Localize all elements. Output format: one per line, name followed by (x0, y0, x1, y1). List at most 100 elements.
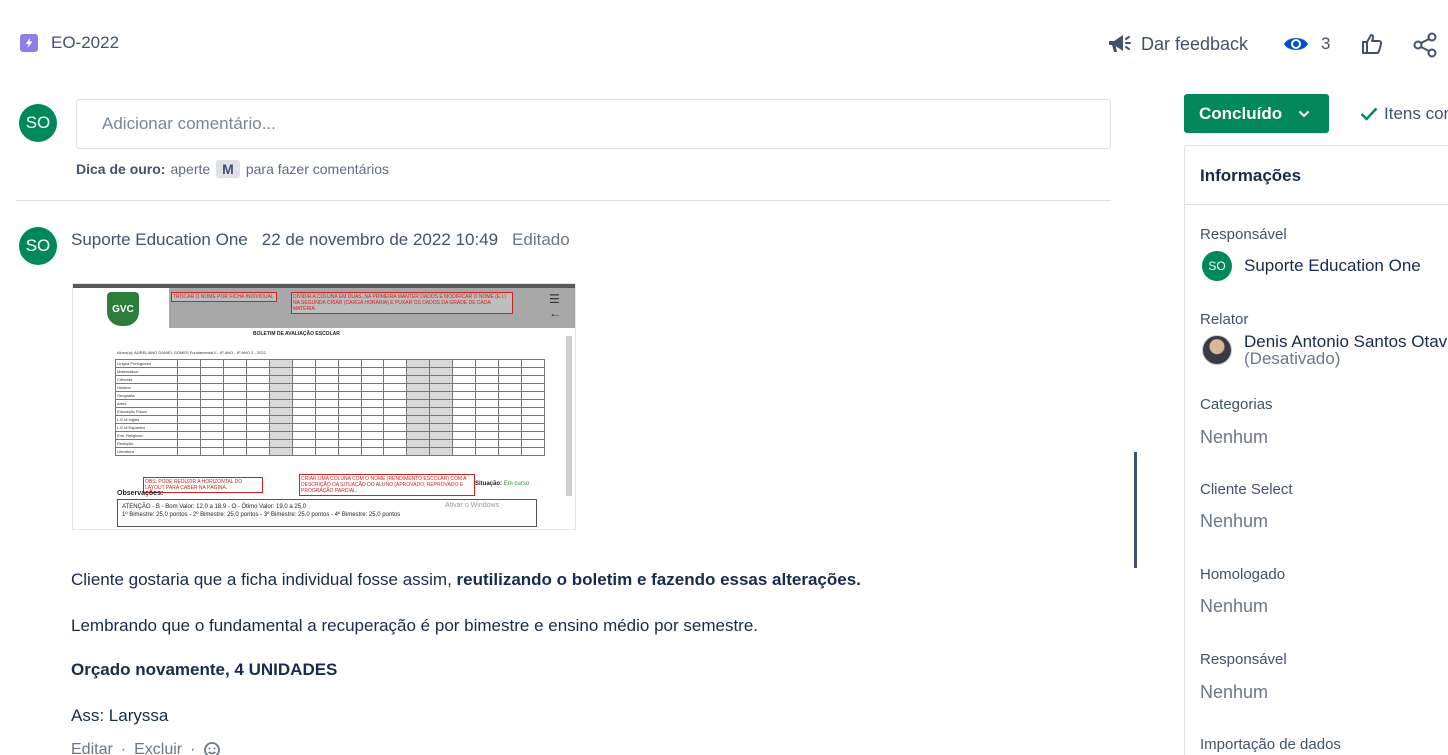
grade-cell (199, 359, 224, 368)
watch-button[interactable]: 3 (1283, 33, 1330, 55)
grade-cell (452, 375, 477, 384)
comment-date[interactable]: 22 de novembro de 2022 10:49 (262, 230, 498, 250)
grade-cell (475, 375, 500, 384)
grade-cell (429, 383, 454, 392)
grade-cell (222, 447, 247, 456)
responsible-value[interactable]: Nenhum (1200, 682, 1268, 703)
field-label-client-select: Cliente Select (1200, 481, 1293, 498)
grade-cell (337, 423, 362, 432)
comment-author[interactable]: Suporte Education One (71, 230, 248, 250)
school-logo: GVC (107, 292, 139, 326)
grade-cell (521, 359, 545, 368)
field-label-responsible: Responsável (1200, 651, 1287, 668)
grade-cell (498, 399, 523, 408)
grade-cell (199, 439, 224, 448)
grade-cell (360, 391, 385, 400)
grade-cell (291, 407, 316, 416)
grade-cell (245, 359, 270, 368)
grade-cell (245, 367, 270, 376)
grade-cell (429, 415, 454, 424)
edit-comment-button[interactable]: Editar (71, 741, 113, 755)
subject-cell: Geografia (115, 391, 178, 400)
grade-cell (222, 367, 247, 376)
grade-cell (314, 399, 339, 408)
issue-key[interactable]: EO-2022 (51, 33, 119, 53)
grade-cell (383, 391, 408, 400)
grade-cell (383, 375, 408, 384)
hamburger-icon: ☰ (549, 292, 560, 306)
delete-comment-button[interactable]: Excluir (134, 741, 182, 755)
grade-cell (360, 359, 385, 368)
subject-cell: L.E.M Inglês (115, 415, 178, 424)
grade-cell (337, 391, 362, 400)
reporter-value[interactable]: Denis Antonio Santos Otav (Desativado) (1202, 333, 1447, 367)
comment-input[interactable]: Adicionar comentário... (76, 99, 1111, 149)
grade-cell (475, 415, 500, 424)
grade-cell (291, 439, 316, 448)
comment-paragraph: Lembrando que o fundamental a recuperaçã… (71, 616, 759, 635)
comment-input-placeholder: Adicionar comentário... (102, 114, 276, 133)
grade-cell (222, 359, 247, 368)
grade-cell (498, 375, 523, 384)
grade-cell (498, 423, 523, 432)
grade-cell (314, 367, 339, 376)
grade-cell (406, 415, 431, 424)
grade-cell (429, 439, 454, 448)
grade-cell (452, 391, 477, 400)
grade-cell (360, 439, 385, 448)
emoji-reaction-icon[interactable] (203, 741, 221, 755)
grade-cell (429, 399, 454, 408)
grade-cell (177, 367, 201, 376)
grade-cell (314, 439, 339, 448)
related-items-button[interactable]: Itens con (1360, 104, 1448, 124)
share-button[interactable] (1412, 32, 1438, 63)
comment-meta: Suporte Education One 22 de novembro de … (71, 230, 570, 250)
grades-table: Língua Portuguesa Matemática Ciências Histó… (115, 359, 545, 456)
grade-cell (222, 415, 247, 424)
attachment-title: BOLETIM DE AVALIAÇÃO ESCOLAR (253, 331, 340, 337)
reporter-name: Denis Antonio Santos Otav (1244, 332, 1448, 351)
feedback-button[interactable]: Dar feedback (1106, 32, 1248, 56)
grade-cell (498, 447, 523, 456)
grade-cell (498, 439, 523, 448)
annotation-note: DIVIDIR A COLUNA EM DUAS, NA PRIMEIRA MA… (291, 292, 513, 314)
grades-row: Literatura (115, 447, 545, 456)
comment-attachment-image[interactable]: GVC ☰ ← TROCAR O NOME POR FICHA INDIVIDU… (72, 283, 576, 530)
issue-breadcrumb[interactable]: EO-2022 (20, 33, 119, 53)
subject-cell: Redação (115, 439, 178, 448)
assignee-value[interactable]: SO Suporte Education One (1202, 251, 1421, 281)
grade-cell (521, 447, 545, 456)
like-button[interactable] (1360, 32, 1384, 61)
homologated-value[interactable]: Nenhum (1200, 596, 1268, 617)
grade-cell (521, 423, 545, 432)
windows-watermark: Ativar o Windows (445, 502, 500, 509)
grade-cell (383, 415, 408, 424)
categories-value[interactable]: Nenhum (1200, 427, 1268, 448)
grade-cell (268, 431, 293, 440)
scrollbar-thumb[interactable] (1134, 452, 1137, 568)
grade-cell (177, 415, 201, 424)
grade-cell (429, 407, 454, 416)
grade-cell (383, 359, 408, 368)
grade-cell (429, 391, 454, 400)
status-dropdown-button[interactable]: Concluído (1184, 94, 1329, 133)
grade-cell (245, 415, 270, 424)
grade-cell (429, 359, 454, 368)
grade-cell (360, 447, 385, 456)
comment-paragraph: Cliente gostaria que a ficha individual … (71, 570, 861, 590)
grade-cell (337, 399, 362, 408)
attachment-scrollbar (566, 336, 572, 496)
grade-cell (314, 407, 339, 416)
grade-cell (429, 423, 454, 432)
client-select-value[interactable]: Nenhum (1200, 511, 1268, 532)
grade-cell (199, 431, 224, 440)
grades-row: Ens. Religioso (115, 431, 545, 440)
grade-cell (360, 415, 385, 424)
grade-cell (406, 407, 431, 416)
field-label-data-import: Importação de dados (1200, 736, 1341, 753)
grade-cell (268, 383, 293, 392)
grade-cell (268, 407, 293, 416)
grade-cell (199, 367, 224, 376)
grade-cell (521, 431, 545, 440)
details-panel-header[interactable]: Informações (1185, 146, 1448, 205)
